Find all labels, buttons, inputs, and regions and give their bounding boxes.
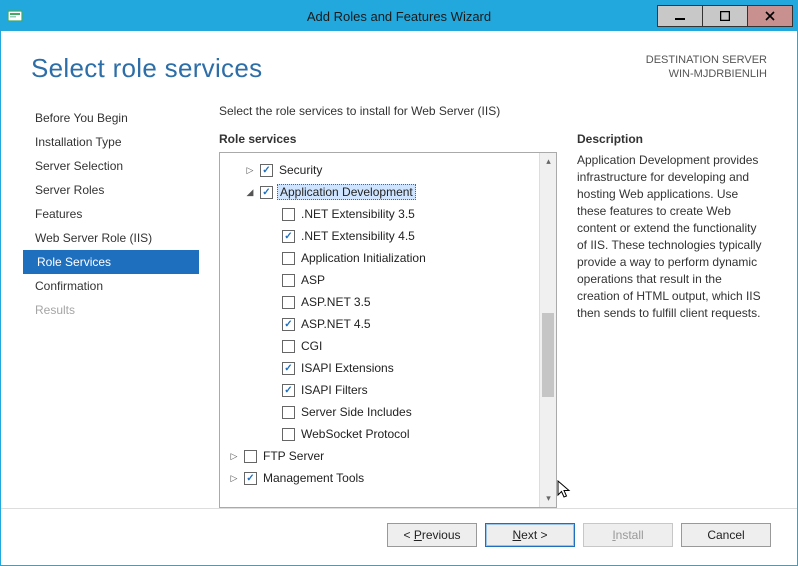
tree-label: ASP — [299, 273, 327, 287]
tree-node-aspnet-35[interactable]: ASP.NET 3.5 — [226, 291, 539, 313]
tree-node-isapi-ext[interactable]: ✓ ISAPI Extensions — [226, 357, 539, 379]
sidebar-item-server-roles[interactable]: Server Roles — [31, 178, 191, 202]
tree-label: WebSocket Protocol — [299, 427, 412, 441]
expand-icon[interactable]: ▷ — [228, 450, 240, 462]
tree-node-asp[interactable]: ASP — [226, 269, 539, 291]
tree-label: CGI — [299, 339, 324, 353]
role-services-label: Role services — [219, 132, 557, 146]
page-title: Select role services — [31, 53, 262, 84]
description-label: Description — [577, 132, 767, 146]
checkbox[interactable] — [282, 208, 295, 221]
next-button[interactable]: Next > — [485, 523, 575, 547]
scroll-down-icon[interactable]: ▾ — [540, 490, 557, 507]
tree-label: Management Tools — [261, 471, 366, 485]
expand-icon[interactable]: ▷ — [228, 472, 240, 484]
checkbox[interactable] — [282, 252, 295, 265]
role-services-tree[interactable]: ▷ ✓ Security ◢ ✓ Application Development .NE… — [219, 152, 557, 508]
checkbox[interactable]: ✓ — [282, 384, 295, 397]
sidebar-item-role-services[interactable]: Role Services — [23, 250, 199, 274]
sidebar-item-features[interactable]: Features — [31, 202, 191, 226]
tree-node-net-ext-45[interactable]: ✓ .NET Extensibility 4.5 — [226, 225, 539, 247]
sidebar-item-web-server-role[interactable]: Web Server Role (IIS) — [31, 226, 191, 250]
checkbox[interactable]: ✓ — [260, 164, 273, 177]
tree-node-isapi-filters[interactable]: ✓ ISAPI Filters — [226, 379, 539, 401]
tree-label: Security — [277, 163, 324, 177]
sidebar-item-before-you-begin[interactable]: Before You Begin — [31, 106, 191, 130]
checkbox[interactable]: ✓ — [282, 318, 295, 331]
tree-label: .NET Extensibility 3.5 — [299, 207, 417, 221]
checkbox[interactable] — [282, 340, 295, 353]
collapse-icon[interactable]: ◢ — [244, 186, 256, 198]
app-icon — [7, 8, 23, 24]
titlebar: Add Roles and Features Wizard — [1, 1, 797, 31]
tree-label: ISAPI Extensions — [299, 361, 396, 375]
tree-label: Application Development — [277, 184, 416, 200]
tree-node-ftp-server[interactable]: ▷ FTP Server — [226, 445, 539, 467]
checkbox[interactable] — [282, 274, 295, 287]
tree-node-security[interactable]: ▷ ✓ Security — [226, 159, 539, 181]
checkbox[interactable] — [282, 428, 295, 441]
tree-node-aspnet-45[interactable]: ✓ ASP.NET 4.5 — [226, 313, 539, 335]
sidebar-item-installation-type[interactable]: Installation Type — [31, 130, 191, 154]
checkbox[interactable]: ✓ — [260, 186, 273, 199]
tree-label: ASP.NET 4.5 — [299, 317, 373, 331]
checkbox[interactable] — [244, 450, 257, 463]
checkbox[interactable] — [282, 406, 295, 419]
checkbox[interactable]: ✓ — [282, 230, 295, 243]
close-button[interactable] — [747, 5, 793, 27]
scroll-thumb[interactable] — [542, 313, 554, 397]
tree-node-app-init[interactable]: Application Initialization — [226, 247, 539, 269]
destination-value: WIN-MJDRBIENLIH — [646, 67, 767, 81]
wizard-sidebar: Before You Begin Installation Type Serve… — [31, 104, 191, 508]
install-button: Install — [583, 523, 673, 547]
tree-label: ISAPI Filters — [299, 383, 370, 397]
sidebar-item-server-selection[interactable]: Server Selection — [31, 154, 191, 178]
maximize-button[interactable] — [702, 5, 748, 27]
tree-label: .NET Extensibility 4.5 — [299, 229, 417, 243]
scroll-up-icon[interactable]: ▴ — [540, 153, 557, 170]
description-text: Application Development provides infrast… — [577, 152, 767, 322]
wizard-window: Add Roles and Features Wizard Select rol… — [0, 0, 798, 566]
expand-icon[interactable]: ▷ — [244, 164, 256, 176]
intro-text: Select the role services to install for … — [219, 104, 767, 118]
tree-node-application-development[interactable]: ◢ ✓ Application Development — [226, 181, 539, 203]
sidebar-item-results: Results — [31, 298, 191, 322]
tree-node-websocket[interactable]: WebSocket Protocol — [226, 423, 539, 445]
checkbox[interactable] — [282, 296, 295, 309]
checkbox[interactable]: ✓ — [244, 472, 257, 485]
cancel-button[interactable]: Cancel — [681, 523, 771, 547]
destination-server-block: DESTINATION SERVER WIN-MJDRBIENLIH — [646, 53, 767, 81]
wizard-button-bar: < PPreviousrevious Next > Install Cancel — [1, 508, 797, 565]
tree-node-cgi[interactable]: CGI — [226, 335, 539, 357]
tree-node-net-ext-35[interactable]: .NET Extensibility 3.5 — [226, 203, 539, 225]
previous-button[interactable]: < PPreviousrevious — [387, 523, 477, 547]
sidebar-item-confirmation[interactable]: Confirmation — [31, 274, 191, 298]
tree-label: Application Initialization — [299, 251, 428, 265]
tree-label: FTP Server — [261, 449, 326, 463]
tree-scrollbar[interactable]: ▴ ▾ — [539, 153, 556, 507]
page-body: Select role services DESTINATION SERVER … — [1, 31, 797, 508]
checkbox[interactable]: ✓ — [282, 362, 295, 375]
tree-node-ssi[interactable]: Server Side Includes — [226, 401, 539, 423]
tree-label: Server Side Includes — [299, 405, 414, 419]
window-title: Add Roles and Features Wizard — [307, 9, 491, 24]
tree-label: ASP.NET 3.5 — [299, 295, 373, 309]
tree-node-management-tools[interactable]: ▷ ✓ Management Tools — [226, 467, 539, 489]
destination-label: DESTINATION SERVER — [646, 53, 767, 67]
minimize-button[interactable] — [657, 5, 703, 27]
